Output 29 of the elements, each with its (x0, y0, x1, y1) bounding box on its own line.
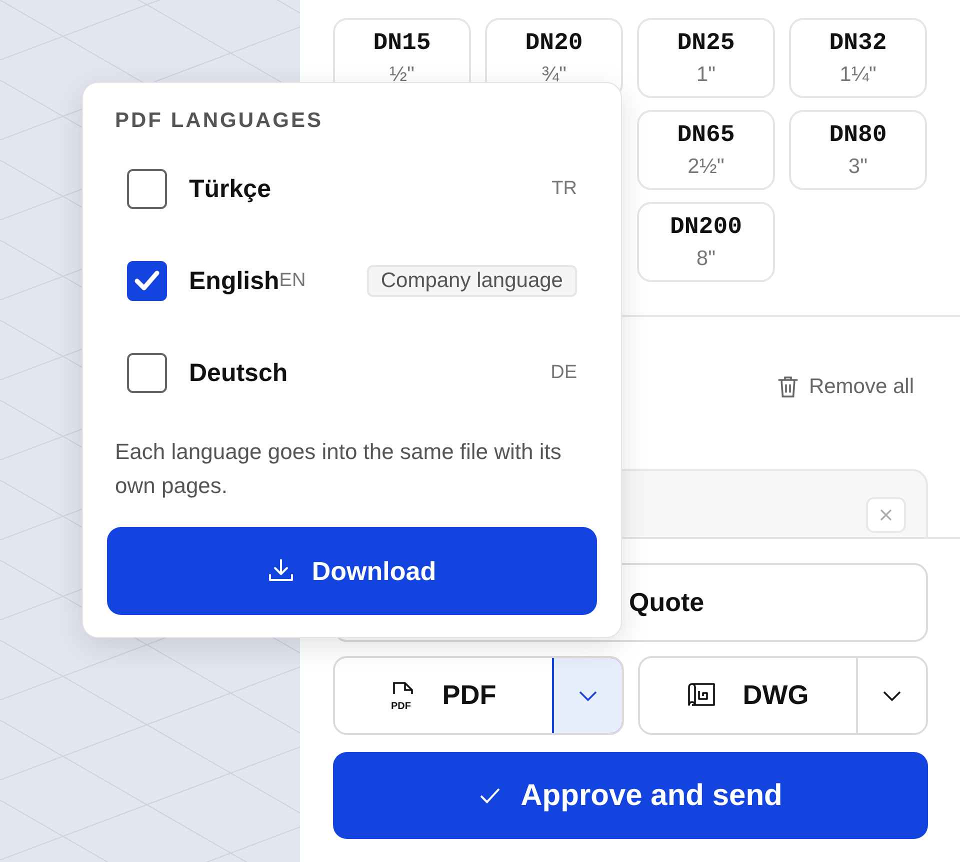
checkbox[interactable] (127, 353, 167, 393)
size-option[interactable]: DN32 1¼" (789, 18, 927, 98)
download-button[interactable]: Download (107, 527, 597, 615)
chevron-down-icon (882, 690, 902, 702)
language-name: English (189, 266, 280, 296)
checkmark-icon (134, 270, 160, 292)
language-code: EN (279, 270, 306, 292)
language-code: DE (550, 362, 577, 384)
size-option[interactable]: DN25 1" (637, 18, 775, 98)
size-option[interactable]: DN80 3" (789, 110, 927, 190)
dropdown-toggle[interactable] (552, 658, 622, 733)
close-icon (879, 508, 893, 522)
download-icon (268, 558, 294, 584)
language-name: Deutsch (189, 358, 288, 388)
language-code: TR (552, 178, 577, 200)
checkbox[interactable] (127, 169, 167, 209)
approve-button[interactable]: Approve and send (333, 752, 928, 839)
company-language-tag: Company language (366, 265, 577, 297)
checkbox[interactable] (127, 261, 167, 301)
check-icon (478, 786, 501, 804)
remove-all-button[interactable]: Remove all (776, 375, 928, 399)
trash-icon (776, 375, 799, 399)
size-option[interactable]: DN65 2½" (637, 110, 775, 190)
chevron-down-icon (578, 690, 598, 702)
note-text: Each language goes into the same file with its own pages. (115, 438, 562, 500)
size-option[interactable]: DN200 8" (637, 202, 775, 282)
popover-title: PDF LANGUAGES (114, 109, 324, 133)
blueprint-icon (686, 682, 717, 708)
language-name: Türkçe (189, 174, 271, 204)
